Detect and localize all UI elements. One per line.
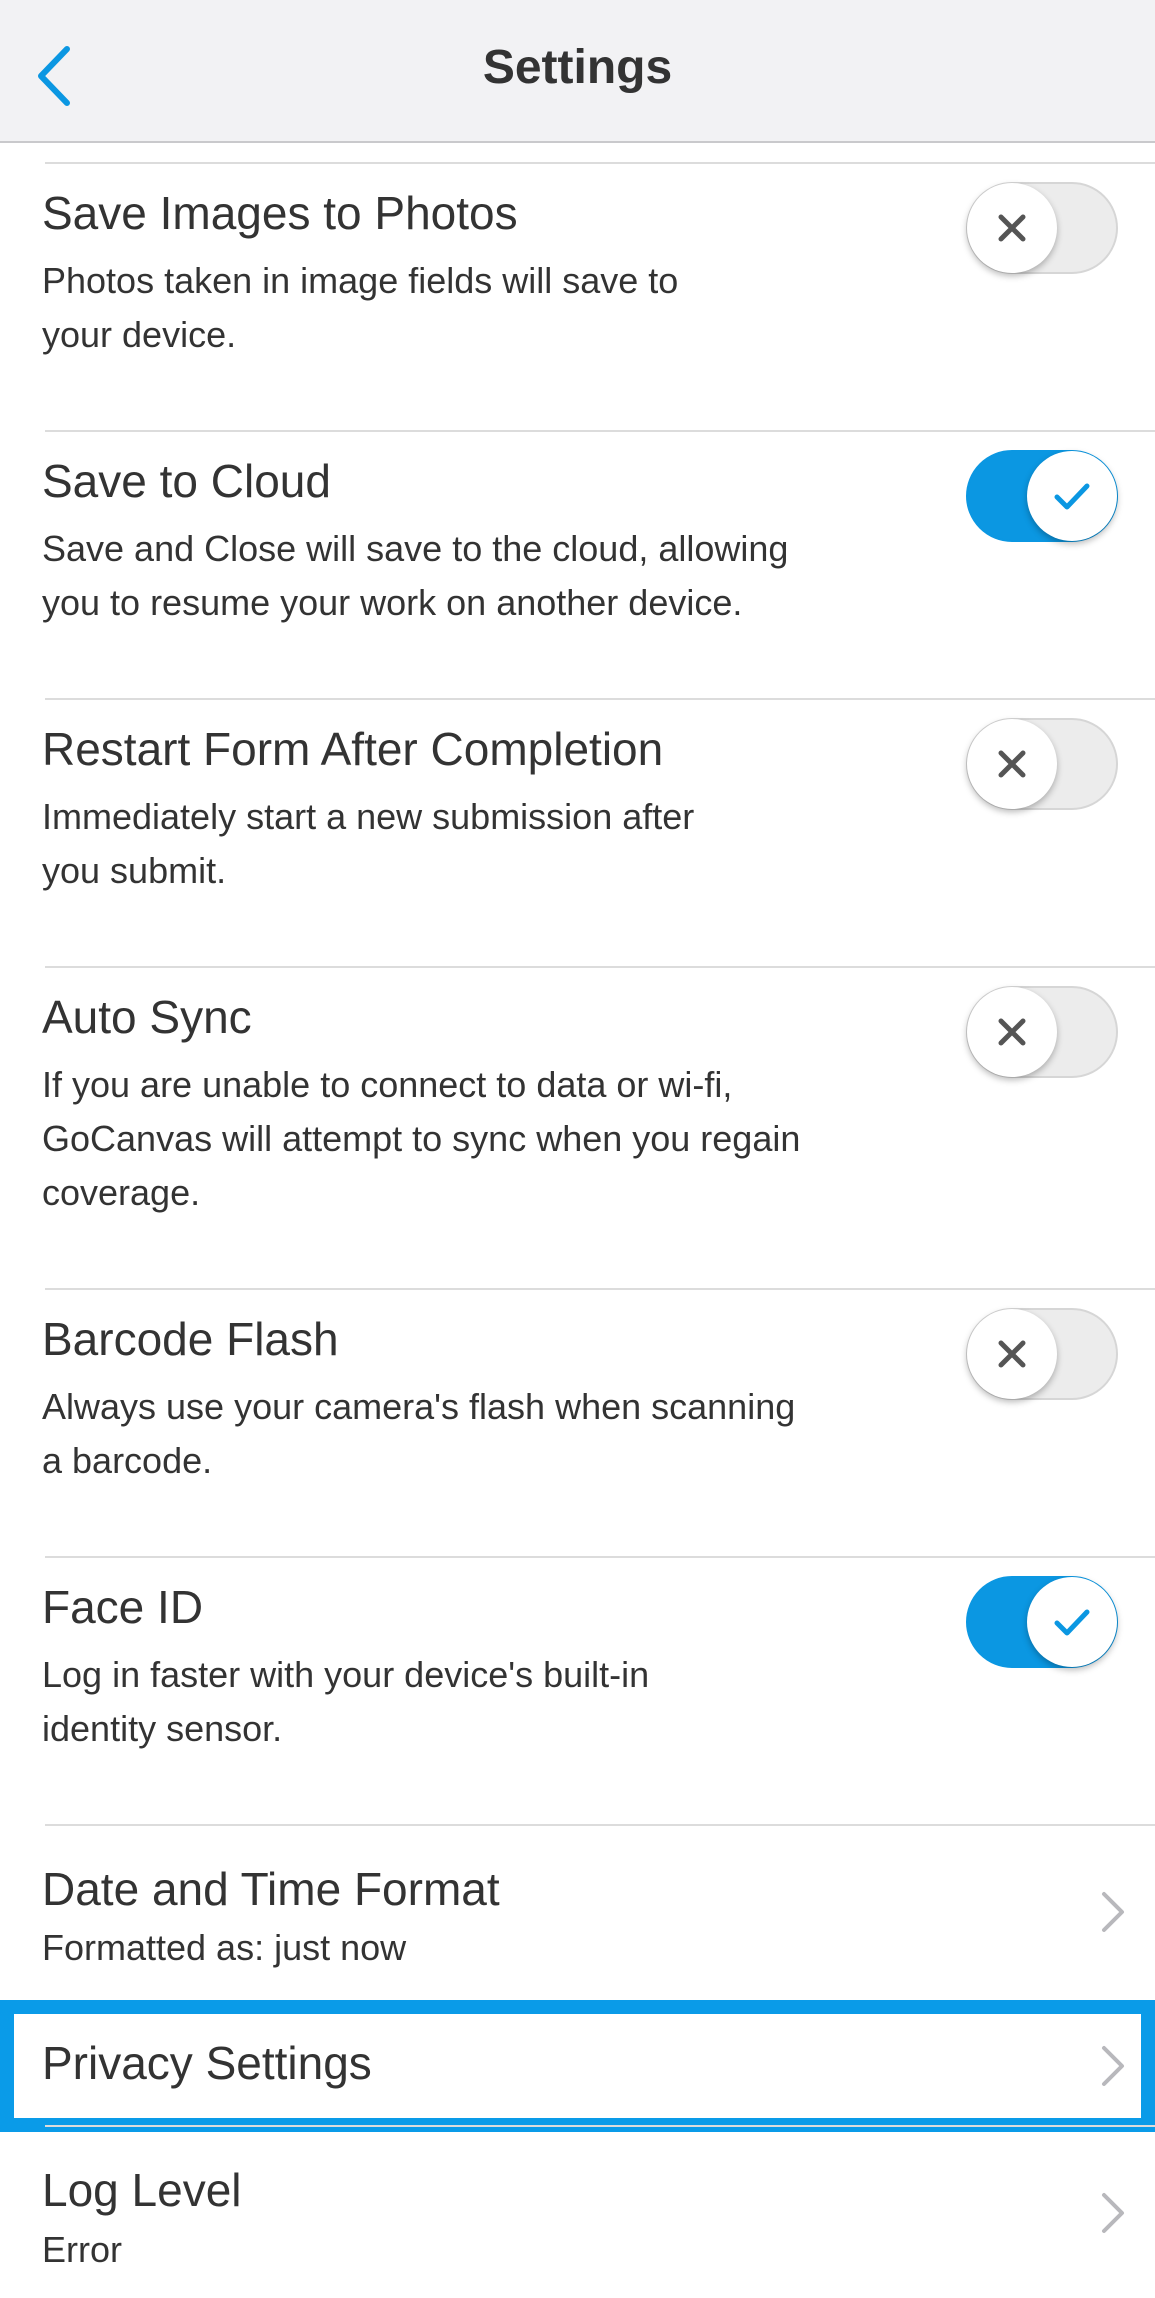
setting-subtitle: Error <box>42 2229 122 2270</box>
setting-title: Auto Sync <box>42 991 252 1043</box>
setting-title: Save Images to Photos <box>42 187 518 239</box>
setting-title: Log Level <box>42 2164 242 2216</box>
setting-log-level[interactable]: Log Level Error <box>0 2127 1155 2298</box>
setting-description: Log in faster with your device's built-i… <box>42 1654 650 1749</box>
setting-description: If you are unable to connect to data or … <box>42 1064 801 1213</box>
save-images-toggle[interactable] <box>966 182 1118 274</box>
toggle-knob <box>1027 1577 1117 1667</box>
selection-highlight <box>0 2000 1155 2132</box>
save-cloud-toggle[interactable] <box>966 450 1118 542</box>
nav-bar: Settings <box>0 0 1155 143</box>
setting-title: Face ID <box>42 1581 204 1633</box>
toggle-knob <box>967 183 1057 273</box>
setting-description: Always use your camera's flash when scan… <box>42 1386 796 1481</box>
close-icon <box>998 1018 1026 1046</box>
setting-subtitle: Formatted as: just now <box>42 1927 407 1968</box>
toggle-knob <box>1027 451 1117 541</box>
page-title: Settings <box>482 41 673 94</box>
setting-date-time-format[interactable]: Date and Time Format Formatted as: just … <box>0 1826 1155 1996</box>
restart-form-toggle[interactable] <box>966 718 1118 810</box>
setting-title: Restart Form After Completion <box>42 723 664 775</box>
setting-barcode-flash: Barcode Flash Always use your camera's f… <box>0 1290 1155 1556</box>
setting-title: Date and Time Format <box>42 1863 500 1915</box>
setting-save-cloud: Save to Cloud Save and Close will save t… <box>0 432 1155 698</box>
setting-description: Immediately start a new submission after… <box>42 796 695 891</box>
setting-description: Photos taken in image fields will save t… <box>42 260 679 355</box>
settings-list: Save Images to Photos Photos taken in im… <box>0 145 1155 2298</box>
close-icon <box>998 750 1026 778</box>
close-icon <box>998 214 1026 242</box>
setting-title: Barcode Flash <box>42 1313 339 1365</box>
setting-description: Save and Close will save to the cloud, a… <box>42 528 789 623</box>
checkmark-icon <box>1054 1609 1090 1636</box>
setting-auto-sync: Auto Sync If you are unable to connect t… <box>0 968 1155 1288</box>
setting-save-images: Save Images to Photos Photos taken in im… <box>0 164 1155 430</box>
setting-privacy[interactable]: Privacy Settings <box>0 1996 1155 2136</box>
close-icon <box>998 1340 1026 1368</box>
face-id-toggle[interactable] <box>966 1576 1118 1668</box>
auto-sync-toggle[interactable] <box>966 986 1118 1078</box>
setting-title: Save to Cloud <box>42 455 331 507</box>
toggle-knob <box>967 719 1057 809</box>
barcode-flash-toggle[interactable] <box>966 1308 1118 1400</box>
setting-face-id: Face ID Log in faster with your device's… <box>0 1558 1155 1824</box>
chevron-right-icon <box>1102 1892 1124 1932</box>
toggle-knob <box>967 1309 1057 1399</box>
chevron-right-icon <box>1102 2193 1124 2233</box>
toggle-knob <box>967 987 1057 1077</box>
settings-screen: Settings Save Images to Photos Photos ta… <box>0 0 1155 2298</box>
setting-restart-form: Restart Form After Completion Immediatel… <box>0 700 1155 966</box>
checkmark-icon <box>1054 483 1090 510</box>
